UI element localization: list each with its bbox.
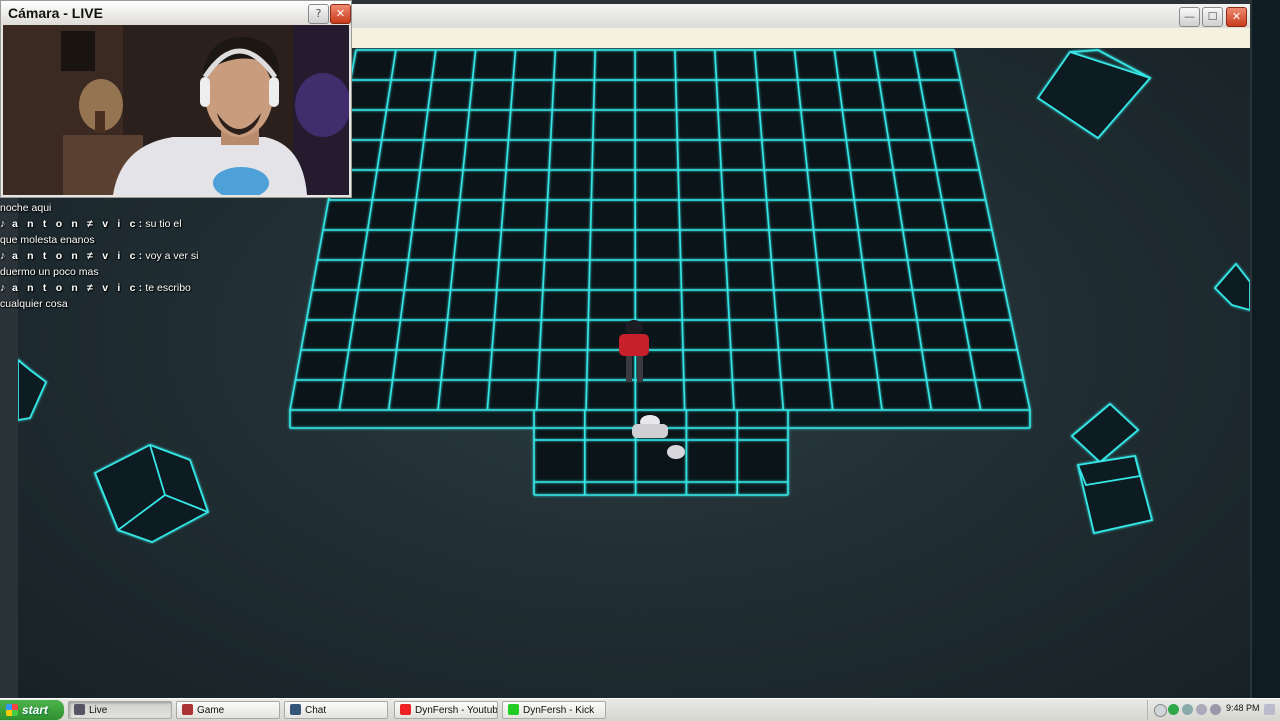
- minimize-button[interactable]: —: [1179, 7, 1200, 27]
- chat-message: duermo un poco mas: [0, 266, 99, 278]
- chat-message: voy a ver si: [145, 250, 198, 262]
- chat-line: que molesta enanos: [0, 232, 230, 248]
- maximize-button[interactable]: ☐: [1202, 7, 1223, 27]
- chat-username: a n t o n ≠ v i c:: [12, 250, 145, 262]
- chat-username: a n t o n ≠ v i c:: [12, 218, 145, 230]
- taskbar-item-live[interactable]: Live: [68, 701, 172, 719]
- small-platform: [534, 410, 788, 482]
- camera-window-title: Cámara - LIVE: [8, 5, 103, 21]
- taskbar-item-label: Chat: [305, 705, 326, 716]
- cube-left: [95, 445, 208, 542]
- camera-close-button[interactable]: ✕: [330, 4, 351, 24]
- taskbar: start Live Game Chat DynFersh - Youtube DynF…: [0, 698, 1280, 721]
- camera-window[interactable]: Cámara - LIVE ? ✕: [0, 0, 352, 198]
- taskbar-item-dynfersh-kick[interactable]: DynFersh - Kick: [502, 701, 606, 719]
- close-button[interactable]: ✕: [1226, 7, 1247, 27]
- chat-message: que molesta enanos: [0, 234, 95, 246]
- cube-left-edge: [18, 360, 46, 420]
- taskbar-item-label: Game: [197, 705, 224, 716]
- system-tray: 9:48 PM: [1147, 700, 1280, 720]
- tiktok-icon: ♪: [0, 216, 12, 232]
- chat-message: cualquier cosa: [0, 298, 68, 310]
- cube-right-large: [1078, 456, 1152, 533]
- chat-line: ♪a n t o n ≠ v i c:te escribo: [0, 280, 230, 296]
- webcam-feed: [3, 25, 349, 195]
- chat-line: ♪a n t o n ≠ v i c:su tio el: [0, 216, 230, 232]
- cube-right-small: [1072, 404, 1138, 462]
- game-toolbar: [352, 28, 1250, 49]
- back-arrow-icon[interactable]: [1154, 704, 1167, 717]
- chat-message: noche aqui: [0, 202, 51, 214]
- chat-overlay: noche aqui♪a n t o n ≠ v i c:su tio elqu…: [0, 200, 230, 312]
- help-button[interactable]: ?: [308, 4, 329, 24]
- chat-message: te escribo: [145, 282, 191, 294]
- taskbar-item-label: Live: [89, 705, 107, 716]
- game-titlebar[interactable]: — ☐ ✕: [352, 4, 1250, 29]
- chat-line: noche aqui: [0, 200, 230, 216]
- chat-line: duermo un poco mas: [0, 264, 230, 280]
- tiktok-icon: ♪: [0, 248, 12, 264]
- tiktok-icon: ♪: [0, 280, 12, 296]
- taskbar-item-chat[interactable]: Chat: [284, 701, 388, 719]
- chat-icon: [290, 704, 301, 715]
- game-icon: [182, 704, 193, 715]
- cube-top-right: [1038, 50, 1150, 138]
- display-icon[interactable]: [1196, 704, 1207, 715]
- chat-username: a n t o n ≠ v i c:: [12, 282, 145, 294]
- taskbar-item-label: DynFersh - Youtube: [415, 705, 498, 716]
- chat-line: ♪a n t o n ≠ v i c:voy a ver si: [0, 248, 230, 264]
- notification-icon[interactable]: [1264, 704, 1275, 715]
- chat-message: su tio el: [145, 218, 181, 230]
- taskbar-item-game[interactable]: Game: [176, 701, 280, 719]
- taskbar-item-dynfersh-youtube[interactable]: DynFersh - Youtube: [394, 701, 498, 719]
- windows-flag-icon: [6, 704, 18, 716]
- camera-titlebar[interactable]: Cámara - LIVE ? ✕: [1, 1, 351, 25]
- cube-right-edge: [1215, 264, 1250, 310]
- start-button[interactable]: start: [0, 700, 64, 720]
- desktop-edge: [1252, 0, 1280, 698]
- start-label: start: [22, 703, 48, 717]
- network-icon[interactable]: [1182, 704, 1193, 715]
- window-icon: [74, 704, 85, 715]
- chat-line: cualquier cosa: [0, 296, 230, 312]
- shield-icon[interactable]: [1168, 704, 1179, 715]
- taskbar-item-label: DynFersh - Kick: [523, 705, 594, 716]
- youtube-icon: [400, 704, 411, 715]
- volume-icon[interactable]: [1210, 704, 1221, 715]
- clock: 9:48 PM: [1226, 703, 1260, 713]
- kick-icon: [508, 704, 519, 715]
